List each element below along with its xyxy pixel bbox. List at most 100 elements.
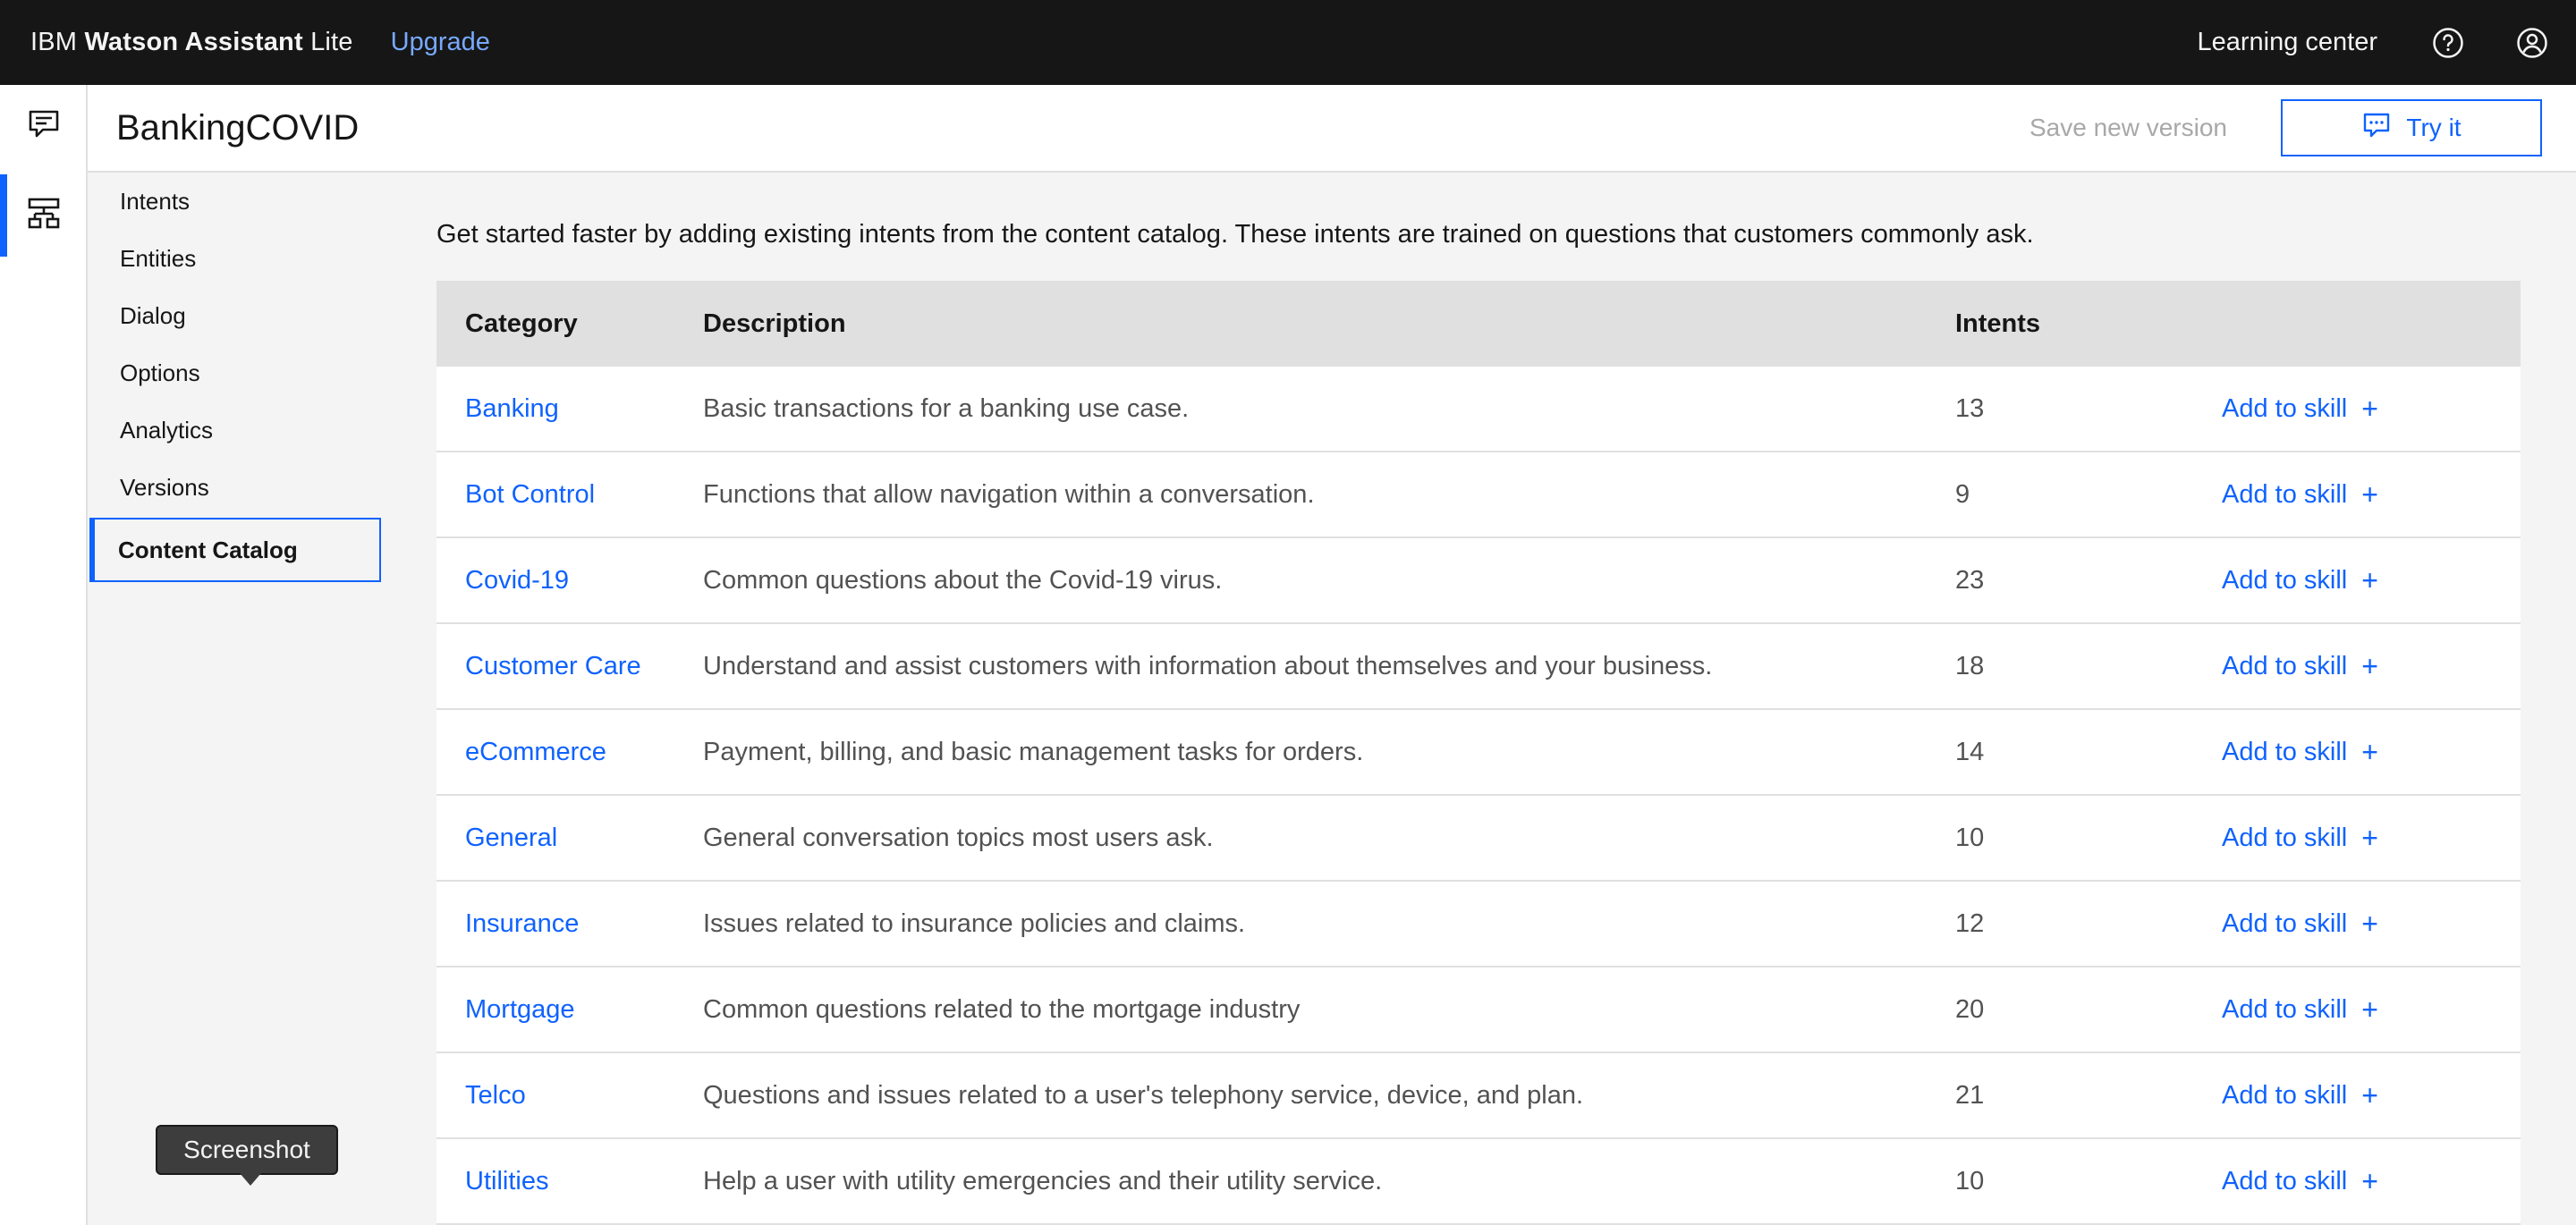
category-description: Common questions related to the mortgage… bbox=[703, 994, 1301, 1024]
try-it-button[interactable]: Try it bbox=[2281, 99, 2542, 156]
category-link[interactable]: General bbox=[465, 824, 557, 852]
table-row: Utilities Help a user with utility emerge… bbox=[436, 1139, 2521, 1225]
category-description: General conversation topics most users a… bbox=[703, 823, 1214, 852]
sidebar-item-entities[interactable]: Entities bbox=[89, 230, 381, 287]
add-to-skill-button[interactable]: Add to skill + bbox=[2222, 393, 2378, 426]
skill-title: BankingCOVID bbox=[116, 107, 360, 148]
add-to-skill-button[interactable]: Add to skill + bbox=[2222, 736, 2378, 769]
icon-rail bbox=[0, 85, 88, 1225]
plus-icon: + bbox=[2361, 907, 2378, 940]
brand-suffix: Lite bbox=[310, 28, 353, 56]
intent-count: 10 bbox=[1955, 823, 1985, 852]
table-header: Category Description Intents bbox=[436, 281, 2521, 367]
category-description: Help a user with utility emergencies and… bbox=[703, 1166, 1383, 1195]
category-link[interactable]: Insurance bbox=[465, 909, 579, 938]
category-link[interactable]: Banking bbox=[465, 394, 559, 423]
sidebar-item-versions[interactable]: Versions bbox=[89, 459, 381, 516]
sidebar-item-intents[interactable]: Intents bbox=[89, 173, 381, 230]
product-brand: IBM Watson Assistant Lite bbox=[30, 28, 353, 57]
column-header-intents: Intents bbox=[1955, 308, 2041, 338]
top-bar: IBM Watson Assistant Lite Upgrade Learni… bbox=[0, 0, 2576, 85]
try-it-label: Try it bbox=[2406, 114, 2462, 141]
content-catalog-table: Category Description Intents Banking Basi… bbox=[436, 281, 2521, 1225]
plus-icon: + bbox=[2361, 821, 2378, 854]
category-link[interactable]: eCommerce bbox=[465, 738, 606, 766]
intent-count: 18 bbox=[1955, 651, 1985, 680]
category-link[interactable]: Covid-19 bbox=[465, 566, 569, 595]
intent-count: 12 bbox=[1955, 908, 1985, 938]
intent-count: 13 bbox=[1955, 393, 1985, 423]
add-to-skill-button[interactable]: Add to skill + bbox=[2222, 1079, 2378, 1112]
plus-icon: + bbox=[2361, 649, 2378, 682]
table-row: Banking Basic transactions for a banking … bbox=[436, 367, 2521, 452]
plus-icon: + bbox=[2361, 477, 2378, 511]
add-to-skill-label: Add to skill bbox=[2222, 651, 2348, 680]
add-to-skill-label: Add to skill bbox=[2222, 908, 2348, 938]
add-to-skill-button[interactable]: Add to skill + bbox=[2222, 1165, 2378, 1198]
category-description: Understand and assist customers with inf… bbox=[703, 651, 1713, 680]
category-link[interactable]: Customer Care bbox=[465, 652, 641, 680]
chat-bubble-icon bbox=[2361, 110, 2392, 147]
plus-icon: + bbox=[2361, 392, 2378, 425]
add-to-skill-label: Add to skill bbox=[2222, 479, 2348, 509]
plus-icon: + bbox=[2361, 1078, 2378, 1111]
table-row: Bot Control Functions that allow navigati… bbox=[436, 452, 2521, 538]
table-row: Insurance Issues related to insurance pol… bbox=[436, 882, 2521, 967]
add-to-skill-label: Add to skill bbox=[2222, 393, 2348, 423]
table-row: Covid-19 Common questions about the Covid… bbox=[436, 538, 2521, 624]
top-bar-actions: Learning center bbox=[2197, 0, 2576, 85]
add-to-skill-button[interactable]: Add to skill + bbox=[2222, 822, 2378, 855]
sidebar-item-dialog[interactable]: Dialog bbox=[89, 287, 381, 344]
category-link[interactable]: Utilities bbox=[465, 1167, 548, 1195]
intent-count: 9 bbox=[1955, 479, 1970, 509]
column-header-category: Category bbox=[465, 308, 578, 338]
intent-count: 14 bbox=[1955, 737, 1985, 766]
sidebar-item-analytics[interactable]: Analytics bbox=[89, 401, 381, 459]
add-to-skill-button[interactable]: Add to skill + bbox=[2222, 564, 2378, 597]
brand-name: Watson Assistant bbox=[84, 28, 303, 56]
upgrade-link[interactable]: Upgrade bbox=[391, 28, 490, 57]
intent-count: 20 bbox=[1955, 994, 1985, 1024]
add-to-skill-button[interactable]: Add to skill + bbox=[2222, 908, 2378, 941]
category-link[interactable]: Telco bbox=[465, 1081, 526, 1110]
sidebar-item-content-catalog[interactable]: Content Catalog bbox=[89, 518, 381, 582]
category-description: Basic transactions for a banking use cas… bbox=[703, 393, 1190, 423]
user-avatar-icon[interactable] bbox=[2515, 26, 2549, 60]
table-row: Customer Care Understand and assist custo… bbox=[436, 624, 2521, 710]
catalog-intro-text: Get started faster by adding existing in… bbox=[436, 220, 2034, 249]
add-to-skill-label: Add to skill bbox=[2222, 737, 2348, 766]
table-row: eCommerce Payment, billing, and basic man… bbox=[436, 710, 2521, 796]
add-to-skill-button[interactable]: Add to skill + bbox=[2222, 650, 2378, 683]
help-icon[interactable] bbox=[2431, 26, 2465, 60]
category-description: Payment, billing, and basic management t… bbox=[703, 737, 1364, 766]
learning-center-link[interactable]: Learning center bbox=[2197, 28, 2377, 57]
plus-icon: + bbox=[2361, 993, 2378, 1026]
save-new-version-button[interactable]: Save new version bbox=[2029, 114, 2227, 142]
column-header-description: Description bbox=[703, 308, 846, 338]
add-to-skill-button[interactable]: Add to skill + bbox=[2222, 478, 2378, 511]
chat-icon bbox=[27, 107, 61, 146]
intent-count: 21 bbox=[1955, 1080, 1985, 1110]
skill-side-nav: Intents Entities Dialog Options Analytic… bbox=[89, 173, 381, 582]
plus-icon: + bbox=[2361, 735, 2378, 768]
screenshot-tooltip: Screenshot bbox=[156, 1125, 338, 1186]
category-link[interactable]: Mortgage bbox=[465, 995, 575, 1024]
intent-count: 10 bbox=[1955, 1166, 1985, 1195]
plus-icon: + bbox=[2361, 1164, 2378, 1197]
category-link[interactable]: Bot Control bbox=[465, 480, 595, 509]
add-to-skill-label: Add to skill bbox=[2222, 1080, 2348, 1110]
rail-item-assistants[interactable] bbox=[0, 85, 88, 167]
sidebar-item-options[interactable]: Options bbox=[89, 344, 381, 401]
intent-count: 23 bbox=[1955, 565, 1985, 595]
rail-item-skills[interactable] bbox=[0, 174, 88, 257]
skill-header: BankingCOVID Save new version Try it bbox=[88, 85, 2576, 173]
table-body: Banking Basic transactions for a banking … bbox=[436, 367, 2521, 1225]
plus-icon: + bbox=[2361, 563, 2378, 596]
skill-tree-icon bbox=[26, 196, 62, 236]
category-description: Functions that allow navigation within a… bbox=[703, 479, 1315, 509]
add-to-skill-button[interactable]: Add to skill + bbox=[2222, 993, 2378, 1026]
add-to-skill-label: Add to skill bbox=[2222, 994, 2348, 1024]
table-row: General General conversation topics most … bbox=[436, 796, 2521, 882]
add-to-skill-label: Add to skill bbox=[2222, 823, 2348, 852]
category-description: Questions and issues related to a user's… bbox=[703, 1080, 1584, 1110]
